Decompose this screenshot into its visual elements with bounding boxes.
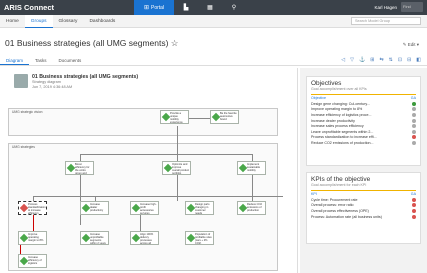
tab-designer[interactable]: ▙ (174, 0, 198, 15)
strategy-node[interactable]: Align 100% delivery processes across all… (130, 231, 159, 245)
anchor-icon[interactable]: ⚓ (359, 57, 365, 63)
list-item-label: Design gene changing: Cul-century... (311, 101, 370, 106)
diagram-canvas[interactable]: 01 Business strategies (all UMG segments… (0, 68, 298, 273)
fit-icon[interactable]: ⊡ (398, 57, 402, 63)
grid-icon[interactable]: ⊞ (370, 57, 374, 63)
strategy-node[interactable]: Increase unprofitable segments within 2 … (80, 231, 109, 245)
kpis-list: Cycle time: Procurement rate Overall proc… (307, 197, 420, 219)
app-brand[interactable]: ARIS Connect (4, 3, 84, 12)
swap-vertical-icon[interactable]: ⇅ (389, 57, 393, 63)
right-panel: Objectives Goal accomplishment over all … (300, 68, 427, 273)
strategy-node[interactable]: Design parts changing in customer needs (185, 201, 214, 215)
model-date: Jun 7, 2019 4:36:48 AM (32, 85, 73, 89)
filter-icon[interactable]: ▽ (350, 57, 354, 63)
top-right: Karl Hagen Find (374, 2, 423, 12)
search-icon[interactable]: ⚲ (222, 0, 246, 15)
list-item-label: Leave unprofitable segments within 2... (311, 129, 374, 134)
swap-horizontal-icon[interactable]: ⇆ (379, 57, 383, 63)
strategy-node[interactable]: Increase high-profit accessories service… (130, 201, 159, 215)
strategy-node[interactable]: Increase dealer productivity (80, 201, 109, 215)
strategy-node[interactable]: Population of profitable sites (cars + 2… (185, 231, 214, 245)
global-search-input[interactable]: Find (401, 2, 423, 12)
tab-dashboard[interactable]: ▦ (198, 0, 222, 15)
list-item-label: Increase dealer productivity (311, 118, 355, 123)
list-item-label: Process standardization to increase effi… (311, 135, 377, 140)
status-indicator-icon (412, 101, 416, 106)
collapse-icon[interactable]: ⊟ (407, 57, 411, 63)
strategy-node[interactable]: Provide a unique mobility experience wor… (160, 110, 189, 124)
list-item-label: Reduce CO2 emissions of production... (311, 140, 374, 145)
objectives-list: Design gene changing: Cul-century... Impr… (307, 101, 420, 146)
status-indicator-icon (412, 118, 416, 123)
share-icon[interactable]: ◁ (341, 57, 345, 63)
status-indicator-icon (412, 140, 416, 145)
portal-label: Portal (150, 4, 165, 11)
page-title: 01 Business strategies (all UMG segments… (5, 38, 179, 48)
sub-nav: Home Groups Glossary Dashboards Search M… (0, 14, 427, 28)
strategy-node[interactable]: Be the favorite automotive brand (210, 110, 239, 124)
lane-label-bottom: UMG strategies (12, 145, 35, 149)
list-item-label: Increase sales process efficiency (311, 124, 364, 129)
kpis-subtitle: Goal accomplishment for each KPI (311, 183, 367, 187)
strategy-node[interactable]: Implement sustainable mobility (237, 161, 266, 175)
top-bar: ARIS Connect ⊞ Portal ▙ ▦ ⚲ Karl Hagen F… (0, 0, 427, 15)
objectives-card: Objectives Goal accomplishment over all … (306, 76, 421, 166)
kpis-card: KPIs of the objective Goal accomplishmen… (306, 172, 421, 244)
list-item-label: Overall process: error ratio (311, 203, 354, 208)
subnav-home[interactable]: Home (0, 15, 25, 28)
panel-icon[interactable]: ◧ (416, 57, 421, 63)
status-indicator-icon (412, 129, 416, 134)
strategy-node[interactable]: Improve operating margin to 8% (18, 231, 47, 245)
tab-tasks[interactable]: Tasks (29, 55, 53, 65)
edit-button[interactable]: ✎ Edit ▾ (403, 42, 419, 48)
kpis-title: KPIs of the objective (311, 176, 371, 183)
status-indicator-icon (412, 112, 416, 117)
diagram-toolbar: ◁ ▽ ⚓ ⊞ ⇆ ⇅ ⊡ ⊟ ◧ (341, 57, 421, 63)
subnav-dashboards[interactable]: Dashboards (83, 15, 121, 28)
list-item-label: Process: Automation rate (all business u… (311, 214, 382, 219)
tab-documents[interactable]: Documents (53, 55, 88, 65)
list-item-label: Overall process effectiveness (OPE) (311, 208, 369, 213)
strategy-node[interactable]: Boost efficiency for the entire group an… (65, 161, 94, 175)
strategy-node[interactable]: Reduce CO2 emissions of production (237, 201, 266, 215)
lane-label-top: UMG strategic vision (12, 110, 43, 114)
tab-portal[interactable]: ⊞ Portal (134, 0, 174, 15)
status-indicator-icon (412, 124, 416, 129)
list-item-label: Cycle time: Procurement rate (311, 197, 358, 202)
status-indicator-icon (412, 203, 416, 208)
subnav-glossary[interactable]: Glossary (53, 15, 84, 28)
status-indicator-icon (412, 214, 416, 219)
tab-diagram[interactable]: Diagram (0, 55, 30, 65)
status-indicator-icon (412, 208, 416, 213)
objectives-title: Objectives (311, 80, 342, 87)
strategy-node-selected[interactable]: Process standardization to increase effi… (18, 201, 47, 215)
strategy-node[interactable]: Increase efficiency of logistics (18, 254, 47, 268)
list-item-label: Increase efficiency of logistics proce..… (311, 112, 372, 117)
user-menu[interactable]: Karl Hagen (374, 5, 397, 10)
group-search-input[interactable]: Search Model Group (351, 17, 421, 25)
status-indicator-icon (412, 135, 416, 140)
list-item[interactable]: Reduce CO2 emissions of production... (307, 140, 420, 146)
strategy-node[interactable]: Optimize and improve overall product por… (162, 161, 191, 175)
portal-icon: ⊞ (143, 5, 149, 11)
top-nav: ⊞ Portal ▙ ▦ ⚲ (134, 0, 246, 15)
list-item-label: Improve operating margin to 8% (311, 107, 363, 112)
subnav-groups[interactable]: Groups (24, 14, 53, 28)
list-item[interactable]: Process: Automation rate (all business u… (307, 214, 420, 220)
status-indicator-icon (412, 197, 416, 202)
model-thumbnail-icon (14, 74, 28, 88)
status-indicator-icon (412, 107, 416, 112)
model-header: 01 Business strategies (all UMG segments… (14, 74, 138, 90)
objectives-subtitle: Goal accomplishment over all KPIs (311, 87, 367, 91)
